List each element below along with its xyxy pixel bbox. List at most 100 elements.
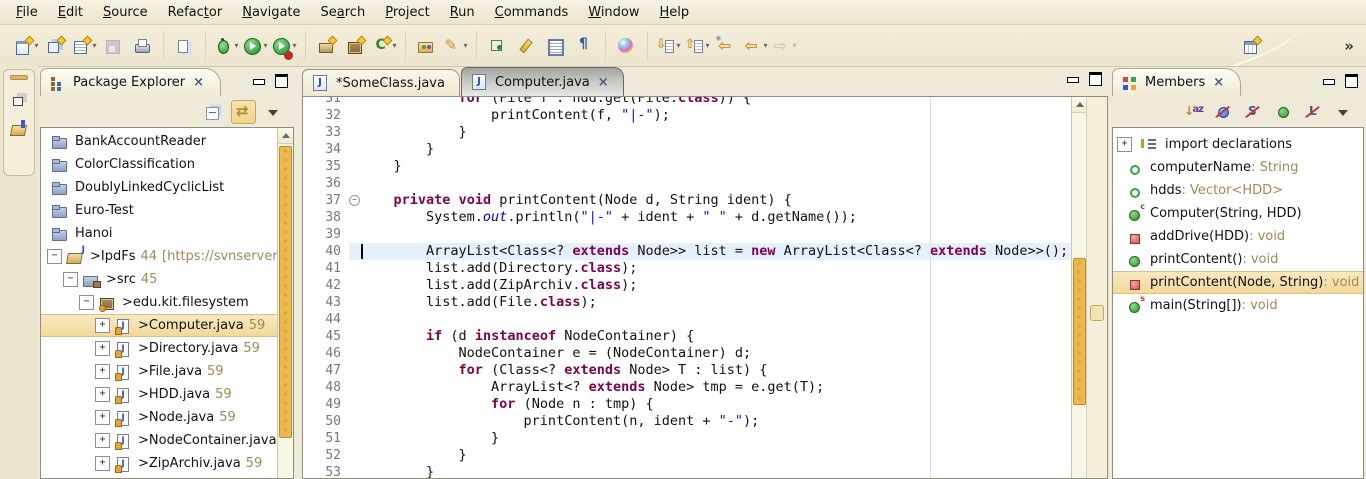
member-item[interactable]: cComputer(String, HDD) bbox=[1113, 202, 1363, 225]
menu-refactor[interactable]: Refactor bbox=[158, 2, 233, 23]
new-java-package-button[interactable] bbox=[341, 32, 370, 60]
scroll-up-arrow[interactable] bbox=[1072, 97, 1087, 113]
overview-annotation[interactable] bbox=[1090, 305, 1104, 321]
tree-item[interactable]: +> NodeContainer.java59 bbox=[41, 429, 278, 452]
close-icon[interactable]: × bbox=[1213, 75, 1224, 90]
new-java-class-button[interactable]: ▾ bbox=[370, 32, 399, 60]
maximize-button[interactable] bbox=[1089, 72, 1102, 86]
editor-scrollbar[interactable] bbox=[1071, 97, 1087, 478]
new-fast-view-button[interactable] bbox=[1237, 32, 1266, 60]
tree-item[interactable]: +> Node.java59 bbox=[41, 406, 278, 429]
tree-item[interactable]: +> ZipArchiv.java59 bbox=[41, 452, 278, 475]
search-toolbar-button[interactable]: ▾ bbox=[441, 32, 470, 60]
tree-expander-plus[interactable]: + bbox=[95, 456, 110, 471]
tree-expander-plus[interactable]: + bbox=[95, 364, 110, 379]
maximize-button[interactable] bbox=[275, 74, 288, 88]
run-external-tools-button[interactable]: ▾ bbox=[270, 32, 299, 60]
code-text[interactable]: ArrayList<? extends Node> tmp = e.get(T)… bbox=[361, 379, 1071, 396]
code-text[interactable]: } bbox=[361, 464, 1071, 479]
code-text[interactable]: } bbox=[361, 447, 1071, 464]
clipboard-pages-button[interactable] bbox=[170, 32, 199, 60]
tree-item[interactable]: +> Computer.java59 bbox=[41, 314, 278, 337]
menu-source[interactable]: Source bbox=[93, 2, 158, 23]
dropdown-arrow-icon[interactable]: ▾ bbox=[92, 41, 96, 50]
minimize-button[interactable] bbox=[1067, 77, 1079, 83]
overview-ruler[interactable] bbox=[1086, 97, 1107, 478]
tree-item[interactable]: +> HDD.java59 bbox=[41, 383, 278, 406]
tree-expander-plus[interactable]: + bbox=[95, 433, 110, 448]
show-non-public-members-button[interactable] bbox=[1271, 100, 1296, 124]
code-text[interactable]: list.add(Directory.class); bbox=[361, 260, 1071, 277]
editor-tab-computerjava[interactable]: Computer.java× bbox=[461, 67, 624, 96]
new-wizard-button[interactable]: ▾ bbox=[12, 32, 41, 60]
menu-search[interactable]: Search bbox=[311, 2, 376, 23]
back-button[interactable]: ▾ bbox=[741, 32, 770, 60]
link-with-editor-button[interactable] bbox=[231, 100, 256, 124]
menu-navigate[interactable]: Navigate bbox=[232, 2, 310, 23]
tree-expander-plus[interactable]: + bbox=[95, 341, 110, 356]
open-task-button[interactable] bbox=[483, 32, 512, 60]
menu-edit[interactable]: Edit bbox=[48, 2, 93, 23]
scrollbar-thumb[interactable] bbox=[1073, 258, 1086, 405]
last-edit-location-button[interactable] bbox=[712, 32, 741, 60]
code-text[interactable]: for (File f : hdd.get(File.class)) { bbox=[361, 96, 1071, 107]
hide-local-types-button[interactable] bbox=[1301, 100, 1326, 124]
member-item[interactable]: computerName : String bbox=[1113, 156, 1363, 179]
hide-fields-button[interactable] bbox=[1211, 100, 1236, 124]
save-button[interactable] bbox=[99, 32, 128, 60]
members-view-tab[interactable]: Members × bbox=[1112, 68, 1241, 96]
tree-item[interactable]: Hanoi bbox=[41, 222, 278, 245]
code-text[interactable]: } bbox=[361, 430, 1071, 447]
menu-project[interactable]: Project bbox=[375, 2, 440, 23]
dropdown-arrow-icon[interactable]: ▾ bbox=[705, 41, 709, 50]
code-text[interactable] bbox=[361, 311, 1071, 328]
code-text[interactable]: printContent(f, "|-"); bbox=[361, 107, 1071, 124]
tree-expander-plus[interactable]: + bbox=[1117, 137, 1132, 152]
previous-annotation-button[interactable]: ▾ bbox=[683, 32, 712, 60]
close-icon[interactable]: × bbox=[193, 75, 204, 90]
code-text[interactable]: for (Class<? extends Node> T : list) { bbox=[361, 362, 1071, 379]
show-whitespace-characters-button[interactable] bbox=[570, 32, 599, 60]
dropdown-arrow-icon[interactable]: ▾ bbox=[34, 41, 38, 50]
collapse-marker-icon[interactable]: − bbox=[349, 195, 360, 206]
code-text[interactable]: for (Node n : tmp) { bbox=[361, 396, 1071, 413]
package-explorer-scrollbar[interactable] bbox=[277, 128, 293, 478]
next-annotation-button[interactable]: ▾ bbox=[654, 32, 683, 60]
code-text[interactable]: } bbox=[361, 158, 1071, 175]
code-text[interactable]: } bbox=[361, 124, 1071, 141]
tree-expander-minus[interactable]: − bbox=[47, 249, 62, 264]
code-text[interactable] bbox=[361, 175, 1071, 192]
sort-by-name-button[interactable] bbox=[1181, 100, 1206, 124]
code-text[interactable]: list.add(ZipArchiv.class); bbox=[361, 277, 1071, 294]
open-type-button[interactable] bbox=[412, 32, 441, 60]
tree-expander-minus[interactable]: − bbox=[79, 295, 94, 310]
scroll-up-arrow[interactable] bbox=[278, 128, 293, 144]
member-item[interactable]: smain(String[]) : void bbox=[1113, 294, 1363, 317]
tree-item[interactable]: +> Directory.java59 bbox=[41, 337, 278, 360]
collapse-all-button[interactable] bbox=[201, 100, 226, 124]
dropdown-arrow-icon[interactable]: ▾ bbox=[676, 41, 680, 50]
tree-expander-plus[interactable]: + bbox=[95, 387, 110, 402]
member-item[interactable]: addDrive(HDD) : void bbox=[1113, 225, 1363, 248]
debug-button[interactable]: ▾ bbox=[212, 32, 241, 60]
tree-item[interactable]: BankAccountReader bbox=[41, 130, 278, 153]
view-menu-button[interactable] bbox=[1331, 100, 1356, 124]
menu-help[interactable]: Help bbox=[650, 2, 700, 23]
tree-expander-plus[interactable]: + bbox=[95, 318, 110, 333]
new-java-project-button[interactable] bbox=[312, 32, 341, 60]
code-text[interactable] bbox=[361, 226, 1071, 243]
tree-item[interactable]: DoublyLinkedCyclicList bbox=[41, 176, 278, 199]
code-text[interactable]: private void printContent(Node d, String… bbox=[361, 192, 1071, 209]
member-item[interactable]: +import declarations bbox=[1113, 133, 1363, 156]
new-view-button[interactable]: ▾ bbox=[70, 32, 99, 60]
tree-item[interactable]: ColorClassification bbox=[41, 153, 278, 176]
forward-button[interactable]: ▾ bbox=[770, 32, 799, 60]
dropdown-arrow-icon[interactable]: ▾ bbox=[763, 41, 767, 50]
tree-item[interactable]: +> File.java59 bbox=[41, 360, 278, 383]
print-button[interactable] bbox=[128, 32, 157, 60]
code-text[interactable]: NodeContainer e = (NodeContainer) d; bbox=[361, 345, 1071, 362]
package-explorer-view-tab[interactable]: Package Explorer × bbox=[40, 68, 221, 96]
code-text[interactable]: list.add(File.class); bbox=[361, 294, 1071, 311]
dropdown-arrow-icon[interactable]: ▾ bbox=[263, 41, 267, 50]
menu-file[interactable]: File bbox=[6, 2, 48, 23]
